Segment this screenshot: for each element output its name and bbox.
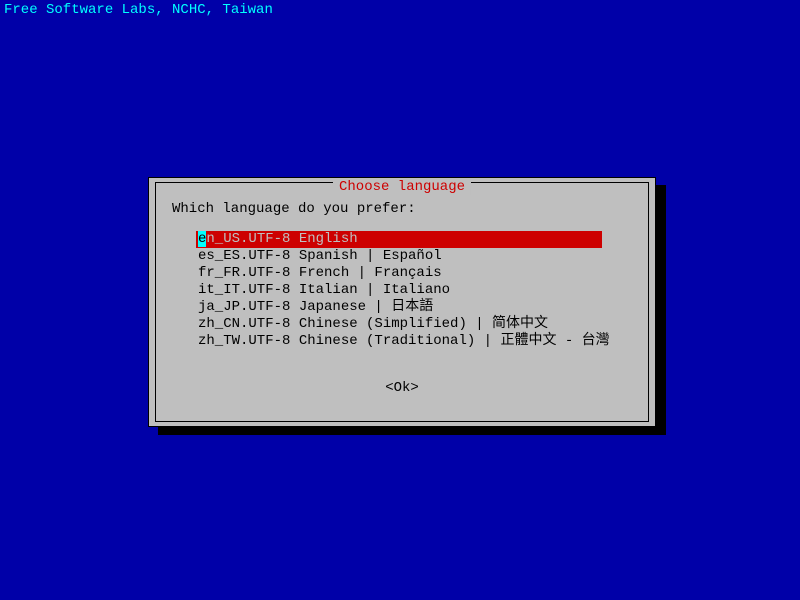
- dialog-title: Choose language: [333, 179, 471, 195]
- list-item[interactable]: es_ES.UTF-8 Spanish | Español: [196, 248, 608, 265]
- dialog-border: Choose language Which language do you pr…: [155, 182, 649, 422]
- list-item[interactable]: it_IT.UTF-8 Italian | Italiano: [196, 282, 608, 299]
- list-item-label: n_US.UTF-8 English: [206, 231, 357, 247]
- language-list: en_US.UTF-8 English es_ES.UTF-8 Spanish …: [196, 231, 608, 350]
- language-dialog: Choose language Which language do you pr…: [148, 177, 656, 427]
- list-item[interactable]: fr_FR.UTF-8 French | Français: [196, 265, 608, 282]
- list-item[interactable]: en_US.UTF-8 English: [196, 231, 602, 248]
- dialog-prompt: Which language do you prefer:: [172, 201, 416, 217]
- list-item[interactable]: zh_TW.UTF-8 Chinese (Traditional) | 正體中文…: [196, 333, 608, 350]
- list-item[interactable]: ja_JP.UTF-8 Japanese | 日本語: [196, 299, 608, 316]
- header-text: Free Software Labs, NCHC, Taiwan: [0, 0, 800, 20]
- list-item[interactable]: zh_CN.UTF-8 Chinese (Simplified) | 简体中文: [196, 316, 608, 333]
- ok-button[interactable]: <Ok>: [385, 380, 419, 396]
- button-row: <Ok>: [156, 380, 648, 396]
